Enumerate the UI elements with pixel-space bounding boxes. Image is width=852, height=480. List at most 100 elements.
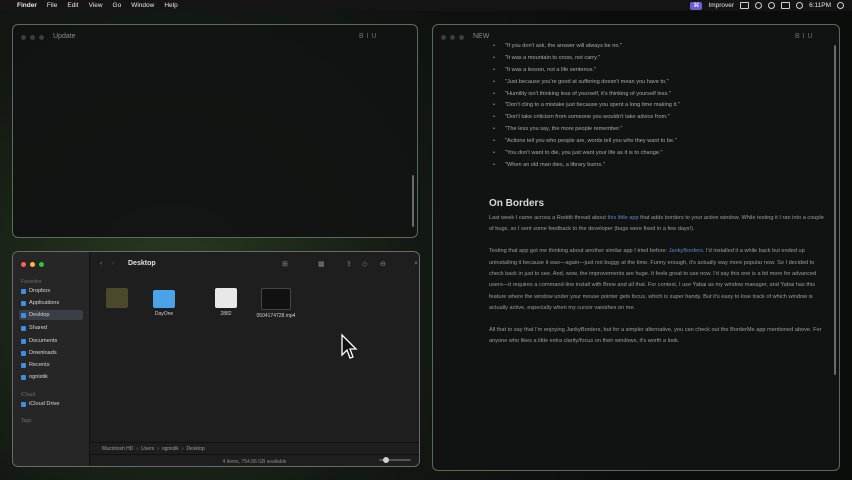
menu-go[interactable]: Go bbox=[113, 2, 122, 9]
menu-file[interactable]: File bbox=[47, 2, 57, 9]
applications-icon bbox=[21, 300, 26, 306]
path-segment[interactable]: Users bbox=[141, 446, 154, 452]
group-icon[interactable]: ▦ bbox=[318, 260, 325, 268]
window-controls[interactable] bbox=[21, 262, 44, 267]
menu-edit[interactable]: Edit bbox=[67, 2, 78, 9]
close-button[interactable] bbox=[21, 262, 26, 267]
finder-window[interactable]: Favorites Dropbox Applications Desktop S… bbox=[12, 251, 420, 467]
list-item: "Don't cling to a mistake just because y… bbox=[493, 100, 827, 112]
scrollbar[interactable] bbox=[834, 45, 836, 375]
window-title: NEW bbox=[473, 33, 490, 40]
app-link[interactable]: this little app bbox=[607, 215, 638, 221]
file-item[interactable]: 2882 bbox=[203, 288, 249, 317]
path-segment[interactable]: Desktop bbox=[186, 446, 204, 452]
share-icon[interactable]: ⇪ bbox=[346, 260, 352, 268]
notification-center-icon[interactable] bbox=[837, 2, 844, 9]
improver-icon[interactable]: ⌘ bbox=[690, 1, 703, 10]
documents-icon bbox=[21, 338, 26, 344]
close-button[interactable] bbox=[21, 35, 26, 40]
icon-view-icon[interactable]: ⊞ bbox=[282, 260, 288, 268]
zoom-button[interactable] bbox=[39, 35, 44, 40]
menu-app-name[interactable]: Finder bbox=[17, 2, 37, 9]
status-bar: 4 items, 754.86 GB available bbox=[90, 454, 419, 466]
quote-list: "If you don't ask, the answer will alway… bbox=[489, 41, 827, 172]
list-item: "It was a mountain to cross, not carry." bbox=[493, 53, 827, 65]
zoom-button[interactable] bbox=[39, 262, 44, 267]
sidebar-item-applications[interactable]: Applications bbox=[19, 298, 83, 308]
minimize-button[interactable] bbox=[30, 262, 35, 267]
minimize-button[interactable] bbox=[450, 35, 455, 40]
sidebar-item-recents[interactable]: Recents bbox=[19, 360, 83, 370]
paragraph-text: . I'd installed it a while back but ende… bbox=[489, 248, 817, 311]
tag-icon[interactable]: ◇ bbox=[362, 260, 367, 268]
paragraph: Testing that app got me thinking about a… bbox=[489, 246, 827, 314]
clock[interactable]: 6:11PM bbox=[809, 2, 831, 9]
scrollbar[interactable] bbox=[412, 175, 414, 227]
file-item[interactable]: DayOne bbox=[141, 288, 187, 317]
sidebar-item-downloads[interactable]: Downloads bbox=[19, 348, 83, 358]
paragraph: Last week I came across a Reddit thread … bbox=[489, 213, 827, 236]
list-item: "The less you say, the more people remem… bbox=[493, 124, 827, 136]
back-icon[interactable]: ‹ bbox=[100, 260, 102, 267]
paragraph-text: Last week I came across a Reddit thread … bbox=[489, 214, 608, 221]
note-window[interactable]: NEW B I U "If you don't ask, the answer … bbox=[432, 24, 840, 471]
close-button[interactable] bbox=[441, 35, 446, 40]
paragraph: All that to say that I'm enjoying JankyB… bbox=[489, 327, 822, 345]
zoom-button[interactable] bbox=[459, 35, 464, 40]
file-grid[interactable]: DayOne 2882 0504174728.mp4 bbox=[90, 278, 419, 442]
sidebar-item-desktop[interactable]: Desktop bbox=[19, 310, 83, 320]
sidebar-item-documents[interactable]: Documents bbox=[19, 336, 83, 346]
sidebar-item-label: ognistik bbox=[29, 374, 48, 380]
sidebar-section-favorites: Favorites bbox=[21, 279, 42, 285]
search-icon[interactable]: ⌕ bbox=[414, 260, 418, 268]
sidebar-item-icloud-drive[interactable]: iCloud Drive bbox=[19, 399, 83, 409]
menu-help[interactable]: Help bbox=[164, 2, 177, 9]
file-item[interactable]: 0504174728.mp4 bbox=[253, 288, 299, 319]
folder-title: Desktop bbox=[128, 260, 156, 267]
file-name: 0504174728.mp4 bbox=[256, 313, 296, 319]
format-toolbar[interactable]: B I U bbox=[795, 33, 813, 40]
file-name: DayOne bbox=[154, 311, 174, 317]
sidebar-item-home[interactable]: ognistik bbox=[19, 372, 83, 382]
list-item: "If you don't ask, the answer will alway… bbox=[493, 41, 827, 53]
finder-toolbar: ‹ › Desktop ⊞ ▦ ⇪ ◇ ⊖ ⌕ bbox=[90, 252, 419, 278]
minimize-button[interactable] bbox=[30, 35, 35, 40]
icon-size-slider[interactable] bbox=[379, 457, 411, 463]
spotlight-icon[interactable] bbox=[796, 2, 804, 9]
sidebar-item-dropbox[interactable]: Dropbox bbox=[19, 286, 83, 296]
control-center-icon[interactable] bbox=[755, 2, 763, 9]
window-controls[interactable] bbox=[441, 35, 464, 40]
jankyborders-link[interactable]: JankyBorders bbox=[669, 248, 703, 254]
list-item: "It was a lesson, not a life sentence." bbox=[493, 65, 827, 77]
battery-icon[interactable] bbox=[740, 2, 750, 9]
list-item: "Actions tell you who people are, words … bbox=[493, 136, 827, 148]
menu-view[interactable]: View bbox=[89, 2, 103, 9]
note-content[interactable]: "If you don't ask, the answer will alway… bbox=[489, 41, 827, 359]
paragraph-text: Testing that app got me thinking about a… bbox=[489, 248, 669, 255]
more-actions-icon[interactable]: ⊖ bbox=[380, 260, 386, 268]
sidebar-item-label: iCloud Drive bbox=[29, 401, 60, 407]
document-icon bbox=[215, 288, 237, 308]
path-separator-icon: › bbox=[136, 446, 139, 452]
forward-icon[interactable]: › bbox=[112, 260, 114, 267]
list-item: "Just because you're good at suffering d… bbox=[493, 77, 827, 89]
display-icon[interactable] bbox=[781, 2, 791, 9]
window-controls[interactable] bbox=[21, 35, 44, 40]
list-item: "Don't take criticism from someone you w… bbox=[493, 112, 827, 124]
improver-label[interactable]: Improver bbox=[708, 2, 734, 9]
format-toolbar[interactable]: B I U bbox=[359, 33, 377, 40]
recents-icon bbox=[21, 362, 26, 368]
wifi-icon[interactable] bbox=[768, 2, 776, 9]
cloud-icon bbox=[21, 401, 26, 407]
sidebar-section-tags: Tags bbox=[21, 418, 32, 424]
sidebar-item-label: Downloads bbox=[29, 350, 57, 356]
file-item[interactable] bbox=[94, 288, 140, 311]
update-window[interactable]: Update B I U bbox=[12, 24, 418, 238]
sidebar-item-shared[interactable]: Shared bbox=[19, 323, 83, 333]
menu-window[interactable]: Window bbox=[131, 2, 154, 9]
path-segment[interactable]: Macintosh HD bbox=[102, 446, 133, 452]
sidebar-item-label: Applications bbox=[29, 300, 60, 306]
path-separator-icon: › bbox=[157, 446, 159, 452]
path-segment[interactable]: ognistik bbox=[162, 446, 179, 452]
path-separator-icon: › bbox=[181, 446, 184, 452]
